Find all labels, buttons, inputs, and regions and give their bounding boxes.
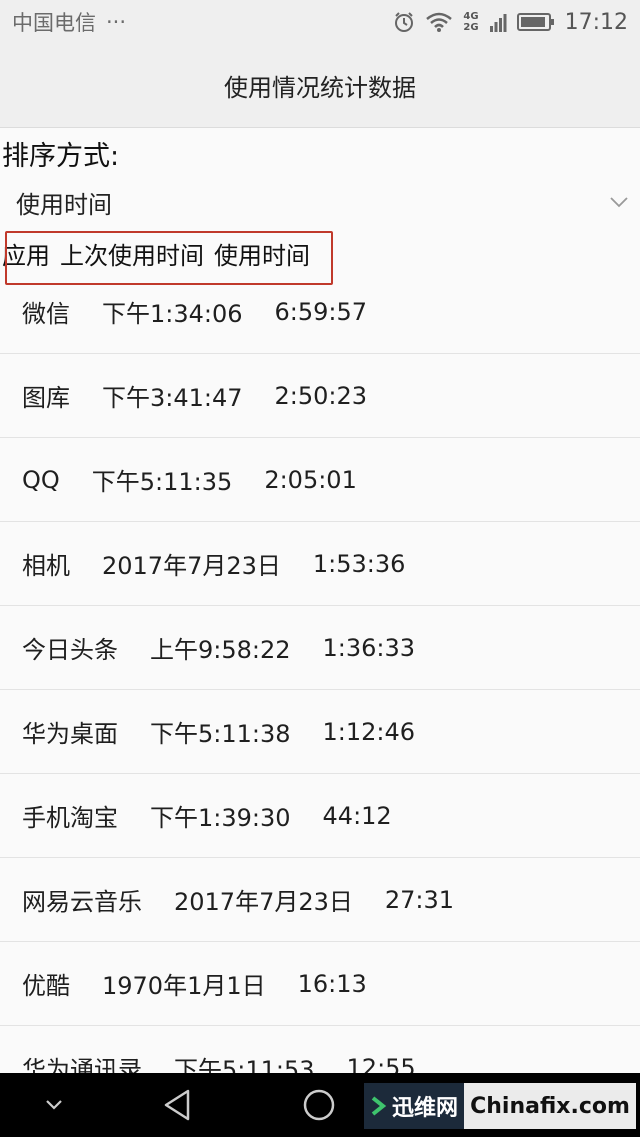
- table-row[interactable]: 优酷 1970年1月1日 16:13: [0, 942, 640, 1026]
- row-last-used: 2017年7月23日: [102, 552, 281, 580]
- row-last-used: 下午1:34:06: [102, 300, 243, 328]
- status-left: 中国电信 ···: [12, 7, 126, 37]
- hide-nav-button[interactable]: [42, 1087, 66, 1123]
- more-notifications: ···: [106, 10, 127, 34]
- signal-icon: [489, 14, 507, 32]
- row-app: 今日头条: [22, 636, 118, 664]
- row-app: 微信: [22, 300, 70, 328]
- row-last-used: 2017年7月23日: [174, 888, 353, 916]
- row-app: 优酷: [22, 972, 70, 1000]
- wifi-icon: [426, 12, 453, 32]
- row-last-used: 下午1:39:30: [150, 804, 291, 832]
- row-last-used: 下午5:11:35: [91, 468, 233, 496]
- status-right: 4G 2G 17:12: [393, 10, 628, 35]
- row-app: 相机: [22, 552, 70, 580]
- row-usage: 44:12: [322, 801, 392, 830]
- row-app: 网易云音乐: [22, 888, 142, 916]
- table-row[interactable]: 手机淘宝 下午1:39:30 44:12: [0, 774, 640, 858]
- row-last-used: 下午3:41:47: [102, 384, 243, 412]
- table-row[interactable]: 今日头条 上午9:58:22 1:36:33: [0, 606, 640, 690]
- status-time: 17:12: [564, 9, 628, 35]
- home-button[interactable]: [301, 1087, 337, 1123]
- row-last-used: 下午5:11:38: [150, 720, 291, 748]
- row-app: 手机淘宝: [22, 804, 118, 832]
- row-last-used: 1970年1月1日: [102, 972, 266, 1000]
- back-button[interactable]: [160, 1087, 196, 1123]
- row-last-used: 上午9:58:22: [150, 636, 291, 664]
- row-usage: 1:12:46: [322, 717, 416, 746]
- network-type-badge: 4G 2G: [463, 11, 478, 33]
- sort-dropdown-value: 使用时间: [16, 190, 112, 219]
- table-row[interactable]: QQ 下午5:11:35 2:05:01: [0, 438, 640, 522]
- row-usage: 2:50:23: [274, 381, 368, 410]
- sort-dropdown[interactable]: 使用时间: [0, 178, 640, 226]
- row-usage: 27:31: [384, 885, 455, 914]
- watermark-left: 迅维网: [364, 1083, 465, 1129]
- page-title: 使用情况统计数据: [224, 74, 416, 102]
- watermark-left-text: 迅维网: [392, 1096, 459, 1121]
- alarm-icon: [395, 12, 414, 32]
- table-row[interactable]: 微信 下午1:34:06 6:59:57: [0, 270, 640, 354]
- table-row[interactable]: 网易云音乐 2017年7月23日 27:31: [0, 858, 640, 942]
- logo-chevron-icon: [371, 1096, 387, 1116]
- row-app: 华为桌面: [22, 720, 118, 748]
- carrier-name: 中国电信: [12, 11, 96, 35]
- row-app: 图库: [22, 384, 70, 412]
- title-bar: 使用情况统计数据: [0, 44, 640, 128]
- usage-list[interactable]: 微信 下午1:34:06 6:59:57 图库 下午3:41:47 2:50:2…: [0, 270, 640, 1110]
- row-usage: 16:13: [297, 969, 367, 998]
- network-type-top: 4G: [463, 11, 479, 22]
- table-row[interactable]: 华为桌面 下午5:11:38 1:12:46: [0, 690, 640, 774]
- screen: 中国电信 ··· 4G 2G 17:12 使用情况统计数据 排序方式: 使用时间…: [0, 0, 640, 1137]
- chevron-down-icon: [610, 197, 628, 208]
- network-type-bottom: 2G: [463, 22, 479, 33]
- row-app: QQ: [22, 465, 60, 494]
- row-usage: 1:53:36: [312, 549, 406, 578]
- battery-icon: [516, 13, 554, 31]
- sort-label: 排序方式:: [2, 141, 120, 172]
- row-usage: 2:05:01: [264, 465, 357, 494]
- table-row[interactable]: 相机 2017年7月23日 1:53:36: [0, 522, 640, 606]
- watermark: 迅维网 Chinafix.com: [364, 1083, 636, 1129]
- status-bar: 中国电信 ··· 4G 2G 17:12: [0, 0, 640, 44]
- watermark-right-text: Chinafix.com: [470, 1093, 630, 1119]
- navigation-bar: 迅维网 Chinafix.com: [0, 1073, 640, 1137]
- row-usage: 6:59:57: [274, 297, 368, 326]
- row-usage: 1:36:33: [322, 633, 416, 662]
- table-row[interactable]: 图库 下午3:41:47 2:50:23: [0, 354, 640, 438]
